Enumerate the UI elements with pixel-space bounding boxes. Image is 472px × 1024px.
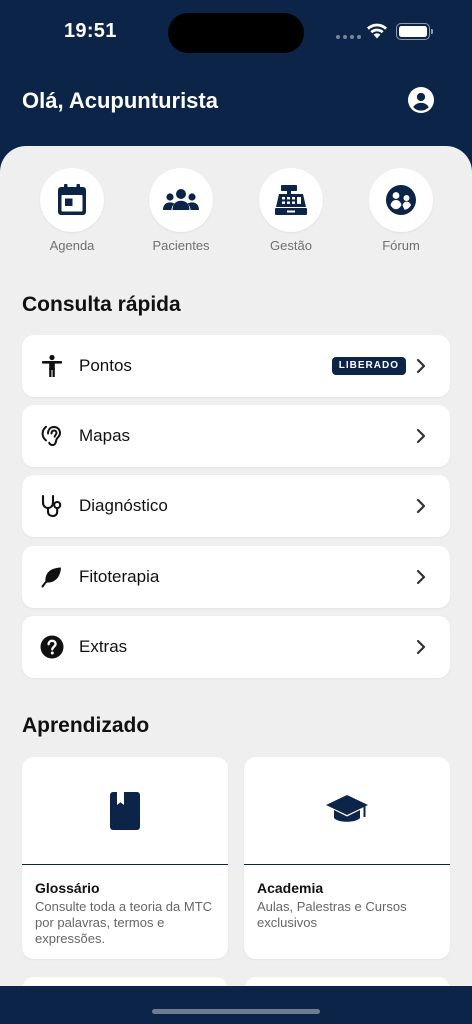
cash-register-icon bbox=[275, 185, 307, 215]
list-item-pontos[interactable]: Pontos LIBERADO bbox=[22, 335, 450, 397]
account-circle-icon[interactable] bbox=[408, 87, 434, 113]
chevron-right-icon bbox=[416, 428, 426, 444]
accessibility-icon bbox=[42, 354, 62, 377]
stethoscope-icon bbox=[41, 494, 62, 518]
card-title: Glossário bbox=[35, 880, 100, 896]
section-title-aprendizado: Aprendizado bbox=[22, 714, 150, 737]
chevron-right-icon bbox=[416, 569, 426, 585]
list-item-extras[interactable]: Extras bbox=[22, 616, 450, 678]
quick-access-label: Agenda bbox=[49, 238, 95, 253]
card-academia[interactable]: Academia Aulas, Palestras e Cursos exclu… bbox=[244, 757, 450, 959]
quick-access-gestao[interactable]: Gestão bbox=[259, 168, 323, 253]
quick-access-label: Fórum bbox=[382, 238, 420, 253]
graduation-cap-icon bbox=[326, 794, 368, 822]
home-indicator[interactable] bbox=[152, 1009, 320, 1014]
dynamic-island bbox=[168, 13, 304, 53]
book-icon bbox=[110, 791, 140, 830]
wifi-icon bbox=[367, 23, 387, 39]
help-circle-icon bbox=[40, 635, 64, 659]
list-item-label: Fitoterapia bbox=[79, 567, 160, 586]
list-item-diagnostico[interactable]: Diagnóstico bbox=[22, 475, 450, 537]
chevron-right-icon bbox=[416, 358, 426, 374]
chevron-right-icon bbox=[416, 639, 426, 655]
list-item-fitoterapia[interactable]: Fitoterapia bbox=[22, 546, 450, 608]
section-title-consulta-rapida: Consulta rápida bbox=[22, 293, 181, 316]
quick-access-pacientes[interactable]: Pacientes bbox=[149, 168, 213, 253]
chevron-right-icon bbox=[416, 498, 426, 514]
home-indicator-bar bbox=[0, 986, 472, 1024]
quick-access-forum[interactable]: Fórum bbox=[369, 168, 433, 253]
card-glossario[interactable]: Glossário Consulte toda a teoria da MTC … bbox=[22, 757, 228, 959]
quick-access-agenda[interactable]: Agenda bbox=[40, 168, 104, 253]
list-item-label: Mapas bbox=[79, 426, 131, 445]
card-partial[interactable] bbox=[244, 977, 450, 986]
list-item-label: Extras bbox=[79, 637, 128, 656]
status-badge: LIBERADO bbox=[331, 357, 406, 375]
main-content: Agenda Pacientes Gestão Fórum Consulta r… bbox=[0, 146, 472, 986]
quick-access-label: Gestão bbox=[270, 238, 312, 253]
battery-icon bbox=[396, 23, 433, 40]
people-icon bbox=[163, 189, 199, 210]
list-item-label: Pontos bbox=[79, 356, 132, 375]
list-item-label: Diagnóstico bbox=[79, 496, 168, 515]
status-time: 19:51 bbox=[64, 20, 117, 42]
list-item-mapas[interactable]: Mapas bbox=[22, 405, 450, 467]
card-partial[interactable] bbox=[22, 977, 228, 986]
card-title: Academia bbox=[257, 880, 324, 896]
calendar-icon bbox=[58, 184, 86, 215]
ear-icon bbox=[41, 425, 62, 447]
cellular-signal-icon bbox=[336, 35, 361, 39]
leaf-icon bbox=[41, 567, 61, 588]
card-description: Aulas, Palestras e Cursos exclusivos bbox=[257, 899, 407, 930]
quick-access-label: Pacientes bbox=[152, 238, 210, 253]
card-description: Consulte toda a teoria da MTC por palavr… bbox=[35, 899, 213, 946]
greeting-title: Olá, Acupunturista bbox=[22, 88, 218, 113]
status-bar: 19:51 bbox=[0, 0, 472, 64]
forum-icon bbox=[386, 185, 416, 215]
